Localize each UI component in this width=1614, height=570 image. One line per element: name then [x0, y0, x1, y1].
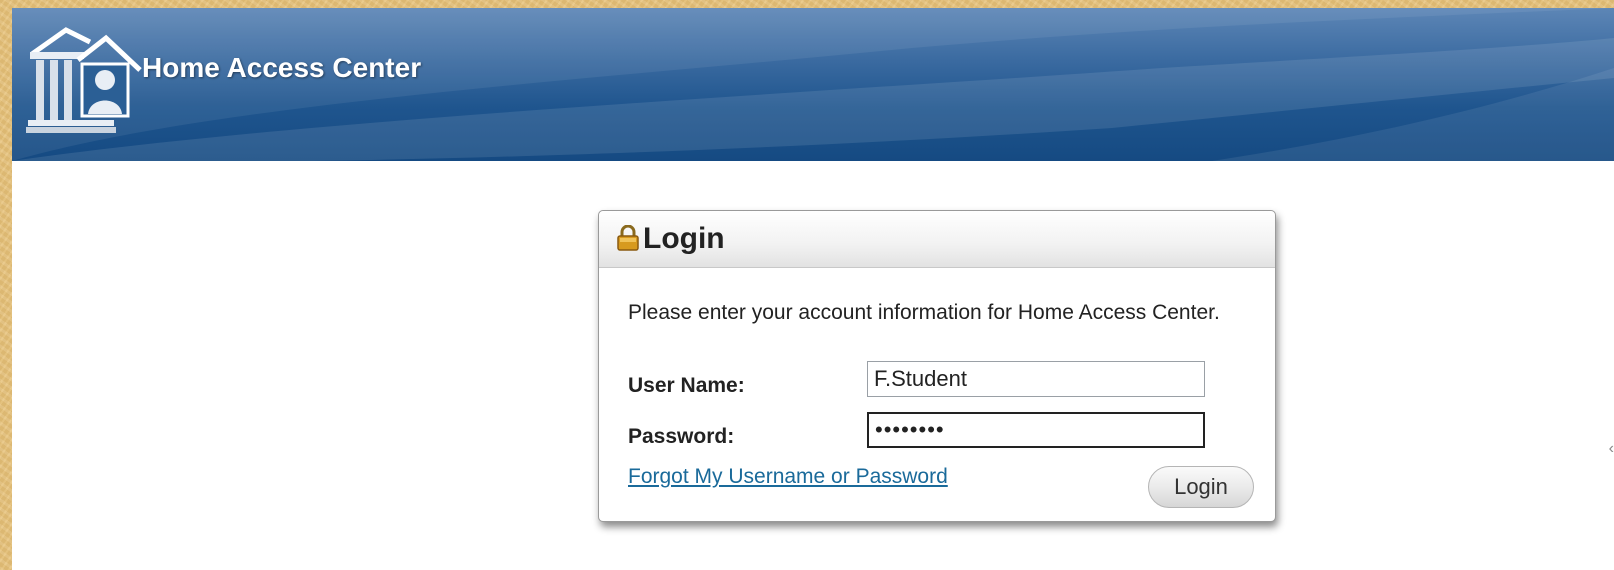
screen: Home Access Center ‹ Login Please enter …: [12, 8, 1614, 570]
login-panel-header: Login: [599, 211, 1275, 268]
edge-arrow-icon: ‹: [1608, 440, 1614, 457]
header-swoosh-decoration: [12, 8, 1614, 161]
login-title: Login: [643, 222, 725, 255]
password-field[interactable]: [867, 412, 1205, 448]
username-field[interactable]: [867, 361, 1205, 397]
app-title: Home Access Center: [142, 52, 422, 83]
login-panel: Login Please enter your account informat…: [598, 210, 1276, 522]
username-label: User Name:: [628, 374, 745, 397]
login-button[interactable]: Login: [1148, 466, 1254, 508]
building-person-icon: [26, 27, 142, 133]
app-header: Home Access Center: [12, 8, 1614, 161]
lock-icon: [617, 225, 639, 251]
login-instructions: Please enter your account information fo…: [628, 301, 1220, 324]
password-label: Password:: [628, 425, 735, 448]
forgot-credentials-link[interactable]: Forgot My Username or Password: [628, 465, 948, 489]
